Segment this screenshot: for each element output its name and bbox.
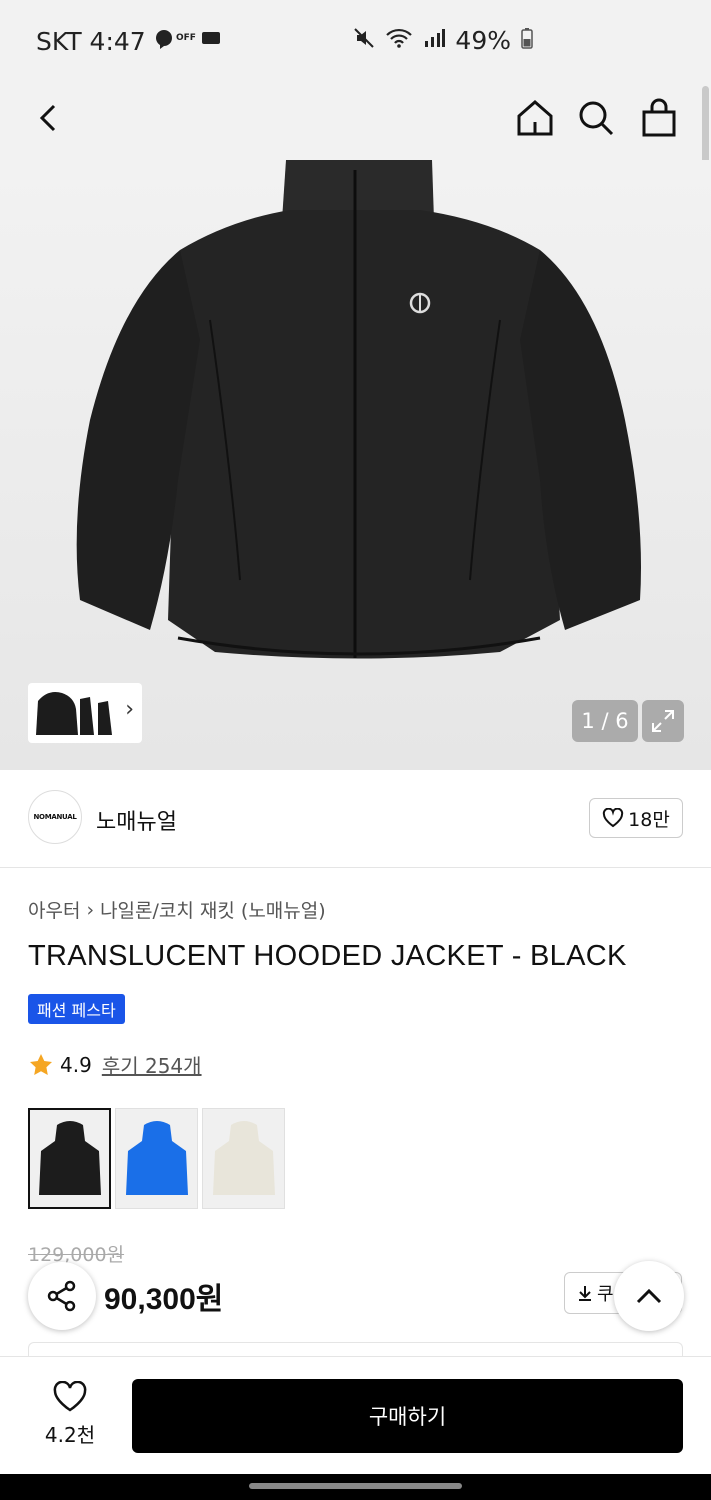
swatch-image bbox=[125, 1120, 188, 1195]
expand-button[interactable] bbox=[642, 700, 684, 742]
chevron-up-icon bbox=[636, 1288, 662, 1304]
status-bar: SKT 4:47 OFF 49% bbox=[0, 0, 711, 80]
brand-row: NOMANUAL 노매뉴얼 18만 bbox=[0, 770, 711, 868]
brand-like-button[interactable]: 18만 bbox=[589, 798, 683, 838]
expand-icon bbox=[652, 710, 674, 732]
battery-percent: 49% bbox=[455, 26, 511, 55]
sale-price: 90,300원 bbox=[104, 1283, 224, 1316]
brand-logo[interactable]: NOMANUAL bbox=[28, 790, 82, 844]
chevron-right-icon: › bbox=[125, 697, 134, 722]
wifi-icon bbox=[385, 27, 413, 55]
scrollbar[interactable] bbox=[702, 86, 709, 164]
original-price: 129,000원 bbox=[28, 1244, 125, 1266]
home-indicator[interactable] bbox=[249, 1483, 462, 1489]
chevron-right-icon: › bbox=[86, 898, 95, 921]
product-title: TRANSLUCENT HOODED JACKET - BLACK bbox=[28, 940, 627, 972]
swatch-image bbox=[212, 1120, 275, 1195]
buy-button[interactable]: 구매하기 bbox=[132, 1379, 683, 1453]
chevron-left-icon bbox=[39, 104, 56, 132]
heart-icon bbox=[53, 1381, 87, 1412]
scroll-to-top-button[interactable] bbox=[614, 1261, 684, 1331]
download-icon bbox=[579, 1286, 591, 1301]
share-icon bbox=[47, 1280, 76, 1312]
color-options bbox=[28, 1108, 285, 1209]
cart-button[interactable] bbox=[633, 92, 685, 144]
brand-name[interactable]: 노매뉴얼 bbox=[96, 804, 177, 836]
bottom-action-bar: 4.2천 구매하기 bbox=[0, 1356, 711, 1474]
image-counter: 1 / 6 bbox=[572, 700, 638, 742]
search-icon bbox=[579, 101, 614, 136]
color-option-black[interactable] bbox=[28, 1108, 111, 1209]
back-button[interactable] bbox=[22, 92, 74, 144]
product-image-gallery[interactable]: › 1 / 6 bbox=[0, 160, 711, 770]
home-button[interactable] bbox=[509, 92, 561, 144]
battery-icon bbox=[521, 26, 533, 55]
status-time: SKT 4:47 bbox=[36, 26, 146, 56]
review-link[interactable]: 후기 254개 bbox=[102, 1050, 202, 1079]
signal-icon bbox=[423, 27, 446, 55]
svg-text:OFF: OFF bbox=[176, 33, 196, 43]
heart-icon bbox=[603, 808, 624, 828]
breadcrumb-item[interactable]: 나일론/코치 재킷 (노매뉴얼) bbox=[100, 896, 326, 923]
wishlist-button[interactable]: 4.2천 bbox=[30, 1381, 110, 1448]
gallery-thumbnail-strip[interactable]: › bbox=[28, 683, 142, 743]
product-image bbox=[76, 160, 641, 659]
navigation-gesture-bar bbox=[0, 1474, 711, 1500]
coupon-label: 쿠 bbox=[597, 1284, 614, 1305]
color-option-blue[interactable] bbox=[115, 1108, 198, 1209]
home-icon bbox=[517, 100, 553, 136]
thumbnail-images bbox=[36, 692, 112, 735]
rating-row: 4.9 후기 254개 bbox=[28, 1050, 202, 1079]
share-button[interactable] bbox=[28, 1262, 96, 1330]
shopping-bag-icon bbox=[642, 98, 676, 137]
rating-value: 4.9 bbox=[60, 1052, 92, 1077]
color-option-ivory[interactable] bbox=[202, 1108, 285, 1209]
mute-icon bbox=[353, 27, 375, 55]
notification-icon: OFF bbox=[154, 26, 224, 56]
top-nav bbox=[0, 80, 711, 164]
swatch-image bbox=[38, 1120, 101, 1195]
breadcrumb-item[interactable]: 아우터 bbox=[28, 896, 80, 923]
wishlist-count: 4.2천 bbox=[44, 1423, 96, 1447]
promo-badge: 패션 페스타 bbox=[28, 994, 125, 1024]
search-button[interactable] bbox=[570, 92, 622, 144]
star-icon bbox=[30, 1053, 52, 1075]
brand-like-count: 18만 bbox=[628, 808, 670, 831]
breadcrumb: 아우터 › 나일론/코치 재킷 (노매뉴얼) bbox=[28, 896, 326, 923]
